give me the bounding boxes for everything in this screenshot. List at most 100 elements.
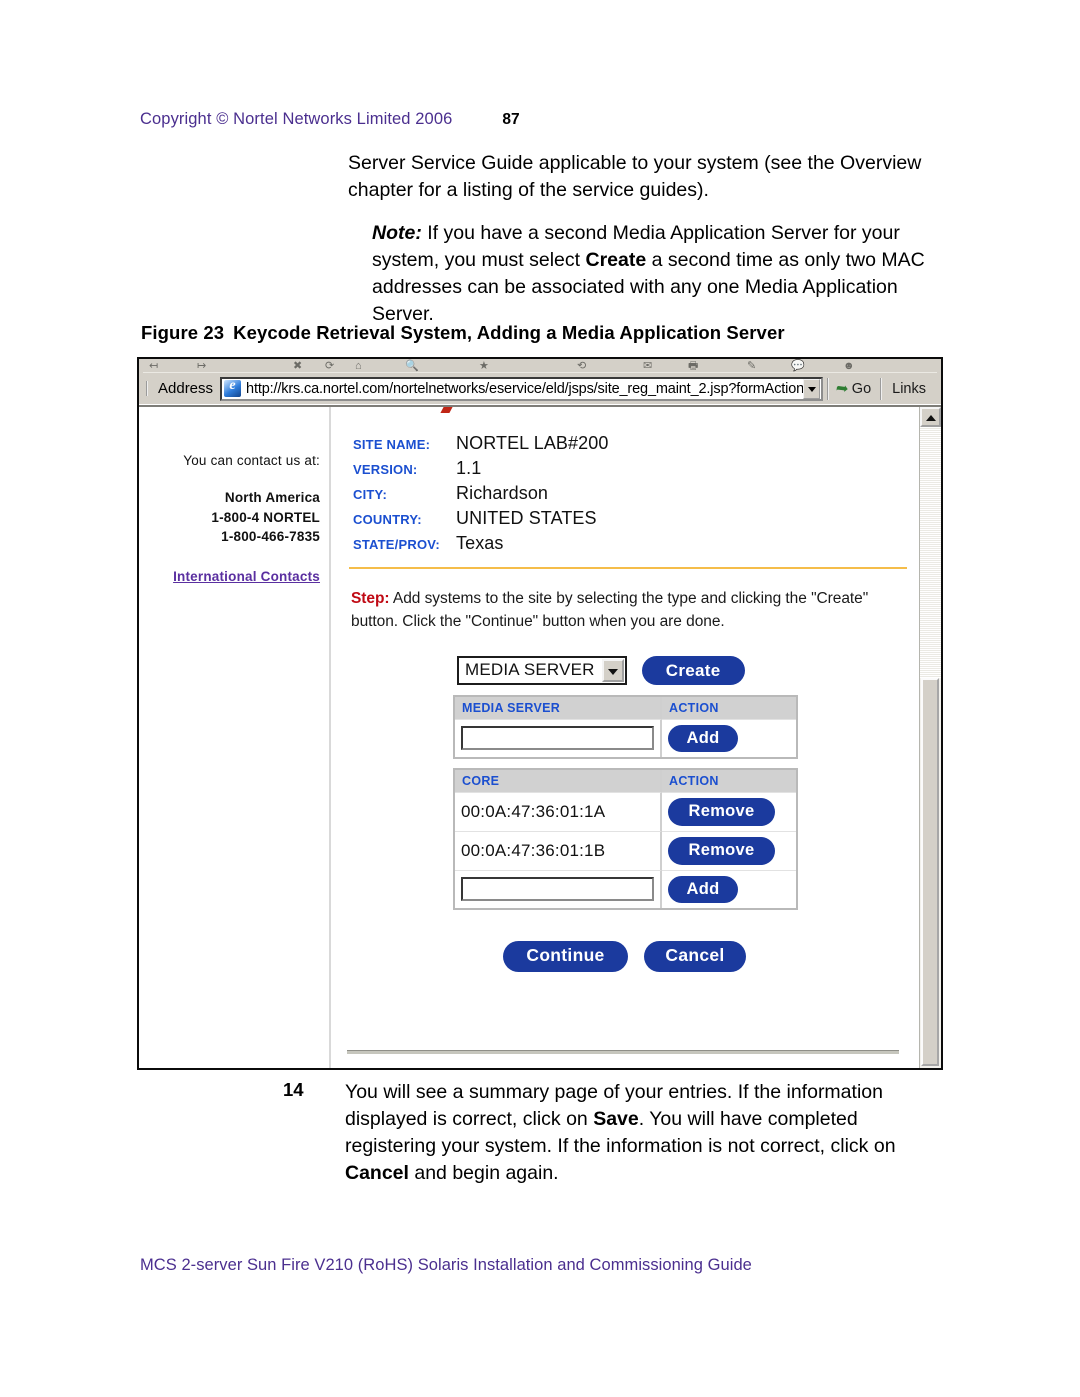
table-row: 00:0A:47:36:01:1A Remove <box>455 791 796 831</box>
stop-icon[interactable]: ✖ <box>293 361 302 372</box>
continue-button[interactable]: Continue <box>503 940 628 972</box>
remove-core-button[interactable]: Remove <box>668 797 775 826</box>
page-sidebar: You can contact us at: North America 1-8… <box>139 407 331 1068</box>
browser-window-figure: ↤ ↦ ✖ ⟳ ⌂ 🔍 ★ ⟲ ✉ 🖶 ✎ 💬 ☻ Address http:/… <box>137 357 943 1070</box>
contact-phone-number: 1-800-466-7835 <box>221 529 320 545</box>
system-type-selected-value: MEDIA SERVER <box>465 660 595 679</box>
refresh-icon[interactable]: ⟳ <box>325 361 334 372</box>
chevron-down-icon[interactable] <box>601 658 624 682</box>
step-instruction: Step: Add systems to the site by selecti… <box>351 587 911 634</box>
browser-chrome: ↤ ↦ ✖ ⟳ ⌂ 🔍 ★ ⟲ ✉ 🖶 ✎ 💬 ☻ Address http:/… <box>139 359 941 405</box>
core-mac-value: 00:0A:47:36:01:1B <box>461 840 606 860</box>
print-icon[interactable]: 🖶 <box>688 361 698 372</box>
cancel-button[interactable]: Cancel <box>644 940 746 972</box>
step-instruction-text: Add systems to the site by selecting the… <box>351 590 869 631</box>
note-label: Note: <box>372 221 422 244</box>
contact-phone-word: 1-800-4 NORTEL <box>211 509 320 525</box>
create-button-label: Create <box>665 660 721 680</box>
go-label: Go <box>851 380 872 397</box>
table-header-row: MEDIA SERVER ACTION <box>455 696 796 719</box>
links-label: Links <box>892 380 926 397</box>
site-detail-row: CITY: Richardson <box>353 483 919 508</box>
core-mac-value: 00:0A:47:36:01:1A <box>461 801 606 821</box>
add-button-label: Add <box>686 879 720 898</box>
city-label: CITY: <box>353 487 387 502</box>
edit-icon[interactable]: ✎ <box>747 361 756 372</box>
note-bold-create: Create <box>585 248 647 271</box>
back-icon[interactable]: ↤ <box>149 361 158 372</box>
home-icon[interactable]: ⌂ <box>355 361 362 372</box>
page-viewport: You can contact us at: North America 1-8… <box>139 405 941 1068</box>
forward-icon[interactable]: ↦ <box>197 361 206 372</box>
figure-caption: Figure 23 Keycode Retrieval System, Addin… <box>141 322 785 344</box>
media-server-column-header: MEDIA SERVER <box>455 696 662 719</box>
favorites-icon[interactable]: ★ <box>479 361 489 372</box>
core-table: CORE ACTION 00:0A:47:36:01:1A Remove 00:… <box>453 767 798 910</box>
add-core-button[interactable]: Add <box>668 875 738 903</box>
messenger-icon[interactable]: ☻ <box>843 361 855 372</box>
step-14-bold-cancel: Cancel <box>345 1161 409 1184</box>
scroll-up-arrow-icon[interactable] <box>920 407 941 427</box>
site-details-list: SITE NAME: NORTEL LAB#200 VERSION: 1.1 C… <box>353 433 919 558</box>
mail-icon[interactable]: ✉ <box>643 361 652 372</box>
core-mac-cell: 00:0A:47:36:01:1A <box>455 791 662 831</box>
core-action-cell: Add <box>662 869 796 908</box>
note-block: Note: If you have a second Media Applica… <box>348 220 948 328</box>
history-icon[interactable]: ⟲ <box>577 361 586 372</box>
page-footer: MCS 2-server Sun Fire V210 (RoHS) Solari… <box>140 1256 752 1274</box>
links-button[interactable]: Links <box>880 377 934 400</box>
add-media-server-button[interactable]: Add <box>668 724 738 752</box>
system-type-select[interactable]: MEDIA SERVER <box>457 655 627 685</box>
step-14-bold-save: Save <box>593 1107 639 1130</box>
intro-prose: Server Service Guide applicable to your … <box>348 150 948 327</box>
site-name-value: NORTEL LAB#200 <box>456 433 609 453</box>
remove-core-button[interactable]: Remove <box>668 836 775 865</box>
add-button-label: Add <box>686 728 720 747</box>
core-action-cell: Remove <box>662 830 796 870</box>
media-server-action-cell: Add <box>662 718 796 757</box>
paragraph-continuation: Server Service Guide applicable to your … <box>348 152 922 201</box>
form-action-buttons: Continue Cancel <box>503 940 919 972</box>
international-contacts-link[interactable]: International Contacts <box>139 569 320 584</box>
table-row: 00:0A:47:36:01:1B Remove <box>455 830 796 870</box>
state-prov-value: Texas <box>456 533 504 553</box>
core-input-cell <box>455 869 662 908</box>
contact-details: North America 1-800-4 NORTEL 1-800-466-7… <box>139 488 320 547</box>
site-detail-row: SITE NAME: NORTEL LAB#200 <box>353 433 919 458</box>
page-header: Copyright © Nortel Networks Limited 2006… <box>140 110 960 129</box>
media-server-mac-input[interactable] <box>461 726 654 750</box>
step-14: 14 You will see a summary page of your e… <box>283 1079 948 1187</box>
clipped-red-graphic <box>440 407 453 413</box>
create-system-row: MEDIA SERVER Create <box>457 655 919 685</box>
core-mac-cell: 00:0A:47:36:01:1B <box>455 830 662 870</box>
copyright-notice: Copyright © Nortel Networks Limited 2006 <box>140 110 453 128</box>
core-action-cell: Remove <box>662 791 796 831</box>
page-main-content: SITE NAME: NORTEL LAB#200 VERSION: 1.1 C… <box>331 407 919 1068</box>
vertical-scrollbar[interactable] <box>919 407 941 1068</box>
create-button[interactable]: Create <box>641 655 745 685</box>
figure-title: Keycode Retrieval System, Adding a Media… <box>233 322 785 343</box>
media-server-input-cell <box>455 718 662 757</box>
go-button[interactable]: ➦ Go <box>827 377 880 400</box>
discuss-icon[interactable]: 💬 <box>791 361 805 372</box>
figure-number: Figure 23 <box>141 322 225 343</box>
remove-button-label: Remove <box>688 802 755 821</box>
step-14-number: 14 <box>283 1079 304 1100</box>
address-label: Address <box>146 381 220 396</box>
table-row: Add <box>455 718 796 757</box>
media-server-action-column-header: ACTION <box>662 696 796 719</box>
scrollbar-track[interactable] <box>920 427 941 678</box>
table-header-row: CORE ACTION <box>455 769 796 792</box>
core-mac-input[interactable] <box>461 877 654 901</box>
search-icon[interactable]: 🔍 <box>405 361 419 372</box>
address-history-dropdown-icon[interactable] <box>803 378 821 399</box>
step-instruction-label: Step: <box>351 590 390 607</box>
version-label: VERSION: <box>353 462 418 477</box>
browser-toolbar-clipped: ↤ ↦ ✖ ⟳ ⌂ 🔍 ★ ⟲ ✉ 🖶 ✎ 💬 ☻ <box>143 359 937 373</box>
core-action-column-header: ACTION <box>662 769 796 792</box>
address-input[interactable]: http://krs.ca.nortel.com/nortelnetworks/… <box>220 376 824 401</box>
country-value: UNITED STATES <box>456 508 597 528</box>
site-name-label: SITE NAME: <box>353 437 431 452</box>
core-column-header: CORE <box>455 769 662 792</box>
scrollbar-thumb[interactable] <box>921 678 939 1066</box>
